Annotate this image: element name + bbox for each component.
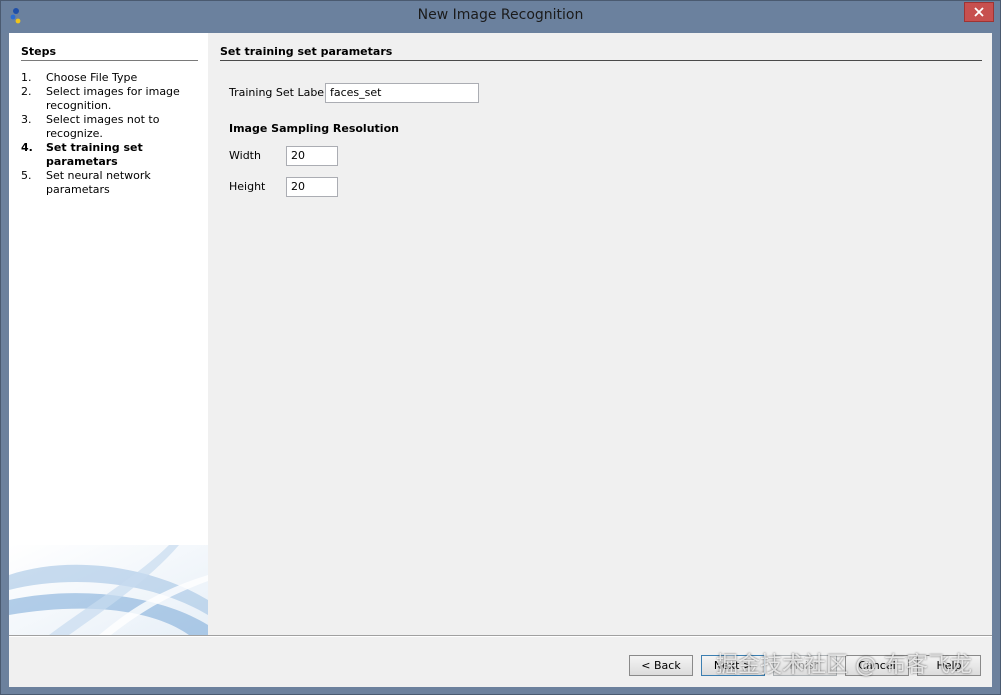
step-number: 3. [21,113,32,126]
watermark-text: 掘金技术社区 @ 布客飞龙 [716,653,972,678]
training-set-label-label: Training Set Label [229,86,328,99]
content-panel: Set training set parametars Training Set… [208,33,992,635]
image-sampling-heading: Image Sampling Resolution [229,122,399,135]
step-label: Set training set parametars [46,141,143,168]
steps-panel: Steps 1. Choose File Type 2. Select imag… [9,33,208,635]
training-set-label-input[interactable]: faces_set [325,83,479,103]
close-button[interactable] [964,2,994,22]
step-item-2: 2. Select images for image recognition. [21,85,206,113]
window-title: New Image Recognition [417,7,584,23]
wizard-window: New Image Recognition Steps 1. Choose Fi… [0,0,1001,695]
wizard-client: Steps 1. Choose File Type 2. Select imag… [9,33,992,687]
title-bar[interactable]: New Image Recognition [1,1,1000,33]
button-bar-separator [9,635,992,637]
step-label: Set neural network parametars [46,169,151,196]
step-number: 4. [21,141,33,154]
step-item-4: 4. Set training set parametars [21,141,206,169]
step-label: Choose File Type [46,71,138,84]
step-number: 1. [21,71,32,84]
steps-title: Steps [21,45,198,61]
steps-list: 1. Choose File Type 2. Select images for… [21,71,206,197]
content-title: Set training set parametars [220,45,982,61]
step-label: Select images for image recognition. [46,85,180,112]
width-input[interactable]: 20 [286,146,338,166]
step-item-3: 3. Select images not to recognize. [21,113,206,141]
step-number: 2. [21,85,32,98]
step-number: 5. [21,169,32,182]
height-label: Height [229,180,266,193]
step-item-5: 5. Set neural network parametars [21,169,206,197]
width-label: Width [229,149,261,162]
step-label: Select images not to recognize. [46,113,160,140]
wizard-decoration-image [9,545,208,635]
height-input[interactable]: 20 [286,177,338,197]
close-icon [974,7,984,17]
step-item-1: 1. Choose File Type [21,71,206,85]
back-button[interactable]: < Back [629,655,693,676]
